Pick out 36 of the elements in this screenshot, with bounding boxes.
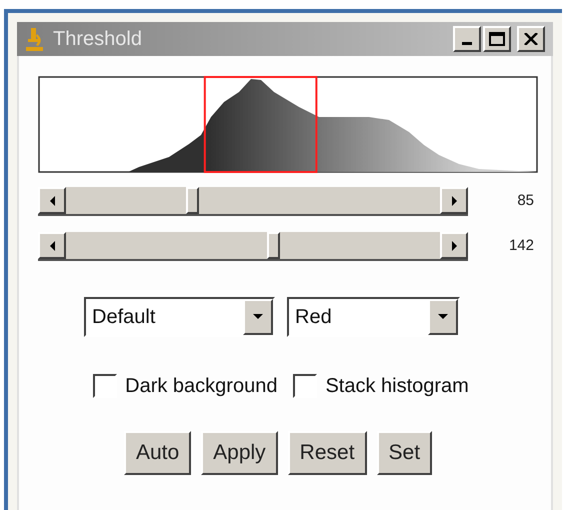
slider-value: 142	[508, 236, 534, 256]
left-arrow-icon	[48, 196, 56, 206]
action-button[interactable]: Auto	[124, 431, 192, 475]
window-title: Threshold	[53, 27, 143, 52]
microscope-icon	[25, 26, 45, 52]
scroll-thumb[interactable]	[267, 232, 280, 259]
minimize-button[interactable]	[453, 26, 481, 52]
dropdown[interactable]: Default	[84, 297, 275, 337]
dropdown-button[interactable]	[243, 299, 273, 335]
maximize-button[interactable]	[483, 26, 511, 52]
caret-icon	[438, 312, 448, 322]
scroll-left-button[interactable]	[38, 232, 66, 259]
action-button[interactable]: Set	[376, 431, 432, 475]
scrollbar[interactable]	[38, 232, 468, 261]
dropdown-button[interactable]	[428, 299, 458, 335]
slider-value: 85	[516, 191, 534, 212]
right-arrow-icon	[450, 240, 458, 250]
dropdown-value: Default	[91, 305, 156, 330]
scroll-thumb[interactable]	[186, 187, 200, 214]
dropdown[interactable]: Red	[287, 297, 460, 337]
minimize-icon	[462, 42, 472, 45]
caret-icon	[253, 312, 263, 322]
checkbox-label: Dark background	[125, 374, 278, 399]
dropdown-value: Red	[294, 305, 333, 330]
maximize-icon	[489, 32, 505, 46]
close-icon	[524, 33, 538, 45]
checkbox-label: Stack histogram	[325, 374, 469, 399]
action-button[interactable]: Apply	[201, 431, 278, 475]
scrollbar[interactable]	[38, 187, 468, 216]
right-arrow-icon	[450, 196, 458, 206]
scroll-right-button[interactable]	[440, 232, 468, 259]
scroll-left-button[interactable]	[38, 187, 66, 214]
action-button[interactable]: Reset	[288, 431, 367, 475]
close-button[interactable]	[517, 26, 545, 52]
scroll-right-button[interactable]	[440, 187, 468, 214]
left-arrow-icon	[48, 240, 56, 250]
